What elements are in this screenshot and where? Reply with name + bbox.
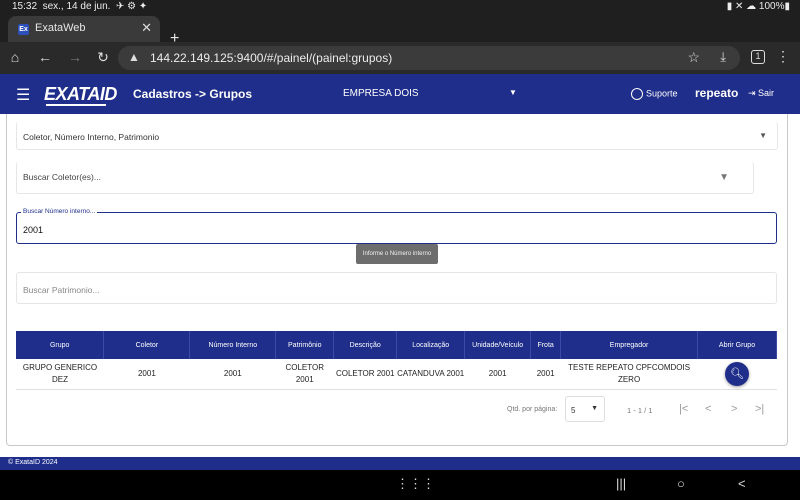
reload-icon[interactable]: ↻ (94, 49, 112, 66)
app-footer: © ExataID 2024 (0, 457, 800, 470)
column-header[interactable]: Frota (530, 331, 562, 359)
numero-interno-label: Buscar Número interno... (21, 208, 98, 215)
last-page-icon[interactable]: >| (755, 403, 764, 415)
cell-unidade-veiculo: 2001 (464, 359, 531, 390)
logo: EXATAID (44, 84, 117, 105)
page-size-value: 5 (571, 406, 576, 415)
table-header-row: Grupo Coletor Número Interno Patrimônio … (16, 331, 777, 359)
status-time: 15:32 (12, 1, 38, 12)
browser-tab[interactable]: Ex ExataWeb ✕ (8, 16, 160, 42)
notification-icons: ✈ ⚙ ✦ (115, 1, 148, 12)
browser-menu-icon[interactable]: ⋮ (776, 48, 790, 65)
cell-abrir-grupo: 🔍︎ (697, 359, 777, 390)
cell-localizacao: CATANDUVA 2001 (396, 359, 465, 390)
cell-empregador: TESTE REPEATO CPFCOMDOIS ZERO (560, 359, 698, 390)
cell-patrimonio: COLETOR 2001 (275, 359, 334, 390)
buscar-patrimonio-input[interactable]: Buscar Patrimonio... (16, 272, 777, 304)
whatsapp-icon (631, 88, 643, 100)
chevron-down-icon[interactable]: ▼ (719, 172, 729, 183)
cell-grupo: GRUPO GENERICO DEZ (16, 359, 104, 390)
cell-numero-interno: 2001 (189, 359, 276, 390)
tab-switcher-button[interactable]: 1 (751, 50, 765, 64)
numero-interno-tooltip: Informe o Número interno (356, 244, 438, 264)
back-icon[interactable]: ← (36, 49, 54, 65)
logo-text: EXATA (44, 84, 100, 104)
column-header[interactable]: Patrimônio (275, 331, 335, 359)
chevron-down-icon[interactable]: ▼ (509, 88, 517, 97)
chevron-down-icon[interactable]: ▼ (591, 405, 598, 412)
logo-underline (46, 104, 106, 106)
chevron-down-icon[interactable]: ▼ (759, 131, 767, 140)
buscar-patrimonio-placeholder: Buscar Patrimonio... (23, 285, 100, 295)
system-nav-bar: ⋮⋮⋮ ||| ○ < (0, 470, 800, 500)
status-bar: 15:32 sex., 14 de jun. ✈ ⚙ ✦ ▮ ✕ ☁ 100%▮ (0, 0, 800, 14)
back-nav-icon[interactable]: < (738, 476, 746, 491)
column-header[interactable]: Número Interno (189, 331, 277, 359)
recents-icon[interactable]: ||| (616, 476, 626, 491)
coletor-type-select[interactable]: Coletor, Número Interno, Patrimonio ▼ (16, 122, 778, 150)
forward-icon[interactable]: → (66, 49, 84, 65)
cell-coletor: 2001 (103, 359, 190, 390)
numero-interno-value: 2001 (23, 225, 44, 235)
suporte-label: Suporte (646, 88, 678, 99)
next-page-icon[interactable]: > (731, 403, 737, 415)
column-header[interactable]: Localização (396, 331, 466, 359)
cell-descricao: COLETOR 2001 (333, 359, 397, 390)
browser-toolbar: ⌂ ← → ↻ ▲ 144.22.149.125:9400/#/painel/(… (0, 42, 800, 74)
table-row[interactable]: GRUPO GENERICO DEZ 2001 2001 COLETOR 200… (16, 359, 777, 390)
suporte-link[interactable]: Suporte (631, 88, 678, 100)
home-nav-icon[interactable]: ○ (677, 476, 685, 491)
status-right: ▮ ✕ ☁ 100%▮ (726, 1, 790, 12)
close-tab-icon[interactable]: ✕ (141, 20, 152, 36)
app-drawer-icon[interactable]: ⋮⋮⋮ (396, 476, 435, 492)
buscar-coletor-placeholder: Buscar Coletor(es)... (23, 172, 101, 182)
sair-button[interactable]: ⇥ Sair (748, 88, 774, 99)
numero-interno-input[interactable]: Buscar Número interno... 2001 (16, 208, 777, 244)
paginator: Qtd. por página: 5 ▼ 1 - 1 / 1 |< < > >| (507, 396, 779, 424)
page-breadcrumb: Cadastros -> Grupos (133, 87, 253, 101)
column-header[interactable]: Empregador (560, 331, 699, 359)
url-text: 144.22.149.125:9400/#/painel/(painel:gru… (150, 51, 393, 65)
sair-label: Sair (758, 88, 775, 98)
home-icon[interactable]: ⌂ (6, 49, 24, 65)
site-info-icon[interactable]: ▲ (128, 50, 140, 64)
column-header[interactable]: Unidade/Veículo (464, 331, 532, 359)
empresa-select[interactable]: EMPRESA DOIS (343, 88, 419, 99)
status-left: 15:32 sex., 14 de jun. ✈ ⚙ ✦ (12, 1, 147, 12)
page-size-select[interactable]: 5 ▼ (565, 396, 605, 422)
logo-id-text: ID (99, 84, 118, 104)
favicon-icon: Ex (18, 24, 29, 35)
coletor-type-value: Coletor, Número Interno, Patrimonio (23, 132, 160, 142)
address-bar[interactable]: ▲ 144.22.149.125:9400/#/painel/(painel:g… (118, 46, 740, 70)
tab-title: ExataWeb (35, 22, 86, 34)
cell-frota: 2001 (530, 359, 561, 390)
user-name: repeato (695, 86, 739, 100)
column-header[interactable]: Descrição (333, 331, 398, 359)
copyright-text: © ExataID 2024 (8, 459, 58, 466)
menu-icon[interactable]: ☰ (16, 85, 30, 105)
grupos-table: Grupo Coletor Número Interno Patrimônio … (16, 331, 777, 390)
app-header: ☰ EXATAID Cadastros -> Grupos EMPRESA DO… (0, 74, 800, 114)
status-date: sex., 14 de jun. (42, 1, 111, 12)
bookmark-star-icon[interactable]: ☆ (687, 49, 700, 66)
column-header[interactable]: Coletor (103, 331, 191, 359)
first-page-icon[interactable]: |< (679, 403, 688, 415)
buscar-coletor-input[interactable]: Buscar Coletor(es)... ▼ (16, 162, 754, 194)
column-header: Abrir Grupo (697, 331, 777, 359)
previous-page-icon[interactable]: < (705, 403, 711, 415)
browser-tab-strip: Ex ExataWeb ✕ + (0, 14, 800, 47)
column-header[interactable]: Grupo (16, 331, 105, 359)
page-size-label: Qtd. por página: (507, 406, 558, 413)
open-group-button[interactable]: 🔍︎ (725, 361, 749, 386)
download-icon[interactable]: ⤓ (720, 49, 726, 65)
search-icon: 🔍︎ (730, 367, 744, 380)
page-range: 1 - 1 / 1 (627, 406, 653, 415)
